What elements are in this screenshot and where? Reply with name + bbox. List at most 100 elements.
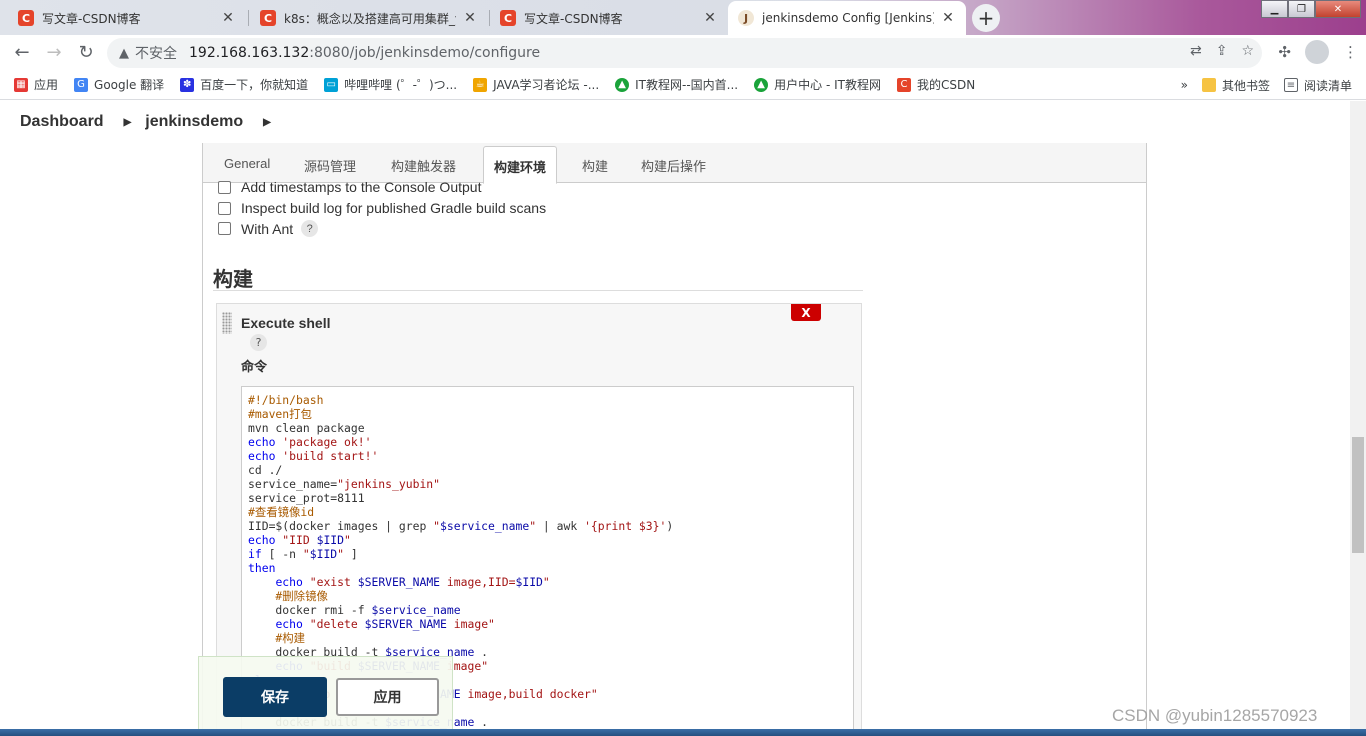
bookmark-label: 我的CSDN <box>916 78 976 92</box>
csdn-watermark: CSDN @yubin1285570923 <box>1112 706 1318 725</box>
browser-tab-2[interactable]: C k8s：概念以及搭建高可用集群_y ✕ <box>250 1 488 35</box>
csdn-icon: C <box>896 77 911 92</box>
it-icon: ▲ <box>754 77 769 92</box>
help-icon[interactable]: ? <box>301 220 319 237</box>
csdn-favicon-icon: C <box>18 10 34 26</box>
bookmark-it-tutorial[interactable]: ▲ IT教程网--国内首... <box>615 76 738 93</box>
tab-general[interactable]: General <box>224 156 270 171</box>
script-line: service_prot=8111 <box>248 491 365 505</box>
security-label[interactable]: 不安全 <box>135 43 177 63</box>
script-line: #查看镜像id <box>248 505 315 519</box>
apply-button[interactable]: 应用 <box>336 678 439 716</box>
maximize-window-icon[interactable]: ❐ <box>1288 0 1315 18</box>
translate-icon[interactable]: ⇄ <box>1190 43 1202 59</box>
script-line: cd ./ <box>248 463 283 477</box>
extensions-icon[interactable]: ✣ <box>1278 43 1291 61</box>
bookmark-my-csdn[interactable]: C 我的CSDN <box>896 76 976 93</box>
script-line: echo "exist $SERVER_NAME image,IID=$IID" <box>275 575 550 589</box>
breadcrumb-chevron-icon[interactable]: ▶ <box>124 117 132 128</box>
option-label: Add timestamps to the Console Output <box>241 179 482 195</box>
browser-tab-4-active[interactable]: J jenkinsdemo Config [Jenkins] ✕ <box>728 1 966 35</box>
forward-arrow-icon[interactable]: → <box>38 37 70 69</box>
bookmark-label: 哔哩哔哩 (゜-゜)つ... <box>344 78 458 92</box>
back-arrow-icon[interactable]: ← <box>6 37 38 69</box>
script-line: #构建 <box>248 631 306 645</box>
new-tab-button[interactable]: + <box>972 4 1000 32</box>
csdn-favicon-icon: C <box>260 10 276 26</box>
close-tab-icon[interactable]: ✕ <box>462 10 478 26</box>
browser-tab-title: 写文章-CSDN博客 <box>524 11 623 26</box>
delete-step-button[interactable]: X <box>791 304 821 321</box>
menu-kebab-icon[interactable]: ⋮ <box>1343 43 1358 61</box>
share-icon[interactable]: ⇪ <box>1216 43 1228 59</box>
section-divider <box>213 290 863 291</box>
checkbox[interactable] <box>218 180 231 194</box>
help-icon[interactable]: ? <box>250 334 267 351</box>
bookmark-bilibili[interactable]: ▭ 哔哩哔哩 (゜-゜)つ... <box>324 76 457 93</box>
apps-icon: ▦ <box>14 77 28 92</box>
option-add-timestamps[interactable]: Add timestamps to the Console Output <box>218 179 481 195</box>
script-line: IID=$(docker images | grep "$service_nam… <box>248 519 674 533</box>
google-translate-icon: G <box>74 77 89 92</box>
browser-tab-title: jenkinsdemo Config [Jenkins] <box>762 11 934 25</box>
option-inspect-gradle[interactable]: Inspect build log for published Gradle b… <box>218 200 546 216</box>
checkbox[interactable] <box>218 222 231 235</box>
bookmark-star-icon[interactable]: ☆ <box>1241 43 1254 59</box>
script-line: #!/bin/bash <box>248 393 324 407</box>
bookmark-apps[interactable]: ▦ 应用 <box>14 76 58 93</box>
breadcrumb-jenkinsdemo[interactable]: jenkinsdemo <box>145 113 243 131</box>
bookmark-label: 其他书签 <box>1221 78 1270 93</box>
breadcrumb-dashboard[interactable]: Dashboard <box>20 113 104 131</box>
more-bookmarks-chevron-icon[interactable]: » <box>1181 78 1188 92</box>
reload-icon[interactable]: ↻ <box>70 37 102 69</box>
browser-tab-1[interactable]: C 写文章-CSDN博客 ✕ <box>8 1 246 35</box>
tab-source-management[interactable]: 源码管理 <box>304 156 356 175</box>
breadcrumb-chevron-icon[interactable]: ▶ <box>263 117 271 128</box>
reading-list-icon: ≡ <box>1283 78 1298 92</box>
browser-toolbar: ← → ↻ ▲ 不安全 192.168.163.132 :8080/job/je… <box>0 35 1366 70</box>
config-panel: General 源码管理 构建触发器 构建环境 构建 构建后操作 Add tim… <box>202 143 1147 736</box>
minimize-window-icon[interactable]: ▁ <box>1261 0 1288 18</box>
bookmark-java-forum[interactable]: ☕ JAVA学习者论坛 -... <box>473 76 599 93</box>
tab-build-environment[interactable]: 构建环境 <box>483 146 558 184</box>
tab-build-triggers[interactable]: 构建触发器 <box>391 156 456 175</box>
script-line: echo "delete $SERVER_NAME image" <box>275 617 495 631</box>
bookmark-label: JAVA学习者论坛 -... <box>493 78 600 92</box>
close-tab-icon[interactable]: ✕ <box>220 10 236 26</box>
script-line: #maven打包 <box>248 407 312 421</box>
script-line: then <box>248 561 276 575</box>
bookmark-label: 百度一下，你就知道 <box>200 78 309 92</box>
close-tab-icon[interactable]: ✕ <box>702 10 718 26</box>
save-button[interactable]: 保存 <box>223 677 327 717</box>
bookmark-reading-list[interactable]: ≡ 阅读清单 <box>1283 77 1352 94</box>
breadcrumb: Dashboard ▶ jenkinsdemo ▶ <box>0 101 1350 143</box>
bookmark-label: IT教程网--国内首... <box>635 78 739 92</box>
bookmark-label: 用户中心 - IT教程网 <box>774 78 881 92</box>
warning-icon[interactable]: ▲ <box>119 46 129 61</box>
browser-tab-3[interactable]: C 写文章-CSDN博客 ✕ <box>490 1 728 35</box>
bookmark-user-center[interactable]: ▲ 用户中心 - IT教程网 <box>754 76 881 93</box>
profile-avatar[interactable] <box>1305 40 1329 64</box>
bookmark-google-translate[interactable]: G Google 翻译 <box>74 76 164 93</box>
drag-handle-icon[interactable] <box>222 312 232 334</box>
config-tab-bar: General 源码管理 构建触发器 构建环境 构建 构建后操作 <box>203 143 1146 184</box>
close-tab-icon[interactable]: ✕ <box>940 10 956 26</box>
csdn-favicon-icon: C <box>500 10 516 26</box>
tab-separator <box>248 10 249 26</box>
checkbox[interactable] <box>218 201 231 215</box>
browser-tab-strip: C 写文章-CSDN博客 ✕ C k8s：概念以及搭建高可用集群_y ✕ C 写… <box>0 0 1366 35</box>
address-bar[interactable]: ▲ 不安全 192.168.163.132 :8080/job/jenkinsd… <box>107 38 1262 68</box>
tab-build[interactable]: 构建 <box>582 156 608 175</box>
bookmark-other[interactable]: 其他书签 <box>1201 77 1270 94</box>
folder-icon <box>1201 78 1216 92</box>
bookmarks-bar: ▦ 应用 G Google 翻译 ✽ 百度一下，你就知道 ▭ 哔哩哔哩 (゜-゜… <box>0 70 1366 100</box>
tab-post-build[interactable]: 构建后操作 <box>641 156 706 175</box>
page-scrollbar-thumb[interactable] <box>1352 437 1364 553</box>
close-window-icon[interactable]: ✕ <box>1315 0 1361 18</box>
it-icon: ▲ <box>615 77 630 92</box>
bookmark-baidu[interactable]: ✽ 百度一下，你就知道 <box>180 76 308 93</box>
bookmark-label: 阅读清单 <box>1303 78 1352 93</box>
option-with-ant[interactable]: With Ant ? <box>218 220 319 237</box>
browser-tab-title: 写文章-CSDN博客 <box>42 11 141 26</box>
page-scrollbar[interactable] <box>1350 101 1366 729</box>
